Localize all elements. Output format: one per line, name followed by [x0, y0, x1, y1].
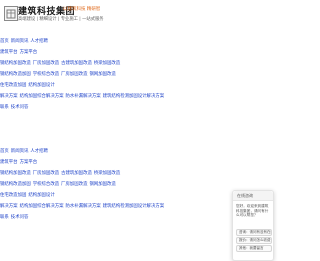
nav-link-home[interactable]: 首页: [0, 39, 9, 44]
link-row: 钢结构改造加固 学校综合改造 厂房加固改造 钢网加固改造: [0, 181, 118, 189]
link-row: 解决方案 结构加固综合解决方案 防水补漏解决方案 建筑结构检测加固设计解决方案: [0, 93, 166, 101]
link-row: 钢结构加固改造 厂房加固改造 古建筑加固改造 桥梁加固改造: [0, 170, 122, 178]
nav-link[interactable]: 防水补漏解决方案: [66, 204, 101, 209]
nav-link-home[interactable]: 首页: [0, 149, 9, 154]
nav-link[interactable]: 钢结构改造加固: [0, 72, 31, 77]
nav-link[interactable]: 厂房加固改造: [33, 171, 59, 176]
chat-option-button[interactable]: 其他：我要留言: [236, 245, 272, 252]
nav-link[interactable]: 住宅改造加固: [0, 83, 26, 88]
link-row: 建筑平台 方案平台: [0, 159, 39, 167]
chat-widget[interactable]: 在线咨询 您好，欢迎来到建筑科技集团，请问有什么可以帮您？ 咨询：请问有没有在线…: [232, 190, 274, 261]
nav-link-news[interactable]: 新闻资讯: [11, 39, 29, 44]
link-row: 首页 新闻资讯 人才招聘: [0, 148, 50, 156]
nav-link[interactable]: 钢网加固改造: [89, 72, 115, 77]
nav-link[interactable]: 古建筑加固改造: [61, 61, 92, 66]
chat-header[interactable]: 在线咨询: [233, 191, 273, 201]
link-row: 住宅改造加固 结构加固设计: [0, 192, 57, 200]
nav-link-platform[interactable]: 建筑平台: [0, 160, 18, 165]
nav-link-contact[interactable]: 联系: [0, 105, 9, 110]
nav-link-plans[interactable]: 方案平台: [20, 50, 38, 55]
nav-link[interactable]: 解决方案: [0, 204, 18, 209]
nav-link[interactable]: 厂房加固改造: [61, 72, 87, 77]
link-row: 联系 技术问答: [0, 214, 30, 222]
nav-link[interactable]: 建筑结构检测加固设计解决方案: [103, 94, 164, 99]
link-row: 住宅改造加固 结构加固设计: [0, 82, 57, 90]
chat-message: 您好，欢迎来到建筑科技集团，请问有什么可以帮您？: [236, 204, 269, 218]
chat-option-button[interactable]: 报价：请问怎么收费: [236, 237, 272, 244]
site-header: 建筑科技集团 以建筑科技 精研智 高端建设 | 精细设计 | 专业施工 | 一站…: [0, 0, 264, 30]
brand-tagline: 以建筑科技 精研智: [63, 7, 101, 12]
nav-link[interactable]: 结构加固综合解决方案: [20, 204, 64, 209]
nav-link[interactable]: 结构加固设计: [28, 83, 54, 88]
nav-link[interactable]: 解决方案: [0, 94, 18, 99]
nav-link-faq[interactable]: 技术问答: [11, 105, 29, 110]
chat-title: 在线咨询: [237, 193, 253, 198]
link-row: 钢结构加固改造 厂房加固改造 古建筑加固改造 桥梁加固改造: [0, 60, 122, 68]
nav-link[interactable]: 古建筑加固改造: [61, 171, 92, 176]
nav-link[interactable]: 钢结构加固改造: [0, 171, 31, 176]
nav-link[interactable]: 钢网加固改造: [89, 182, 115, 187]
link-row: 解决方案 结构加固综合解决方案 防水补漏解决方案 建筑结构检测加固设计解决方案: [0, 203, 166, 211]
nav-link[interactable]: 厂房加固改造: [33, 61, 59, 66]
nav-link-contact[interactable]: 联系: [0, 215, 9, 220]
nav-link-plans[interactable]: 方案平台: [20, 160, 38, 165]
link-row: 钢结构改造加固 学校综合改造 厂房加固改造 钢网加固改造: [0, 71, 118, 79]
link-row: 首页 新闻资讯 人才招聘: [0, 38, 50, 46]
nav-link[interactable]: 学校综合改造: [33, 72, 59, 77]
nav-link[interactable]: 厂房加固改造: [61, 182, 87, 187]
nav-link-jobs[interactable]: 人才招聘: [30, 149, 48, 154]
nav-link[interactable]: 桥梁加固改造: [94, 171, 120, 176]
nav-link[interactable]: 防水补漏解决方案: [66, 94, 101, 99]
link-row: 建筑平台 方案平台: [0, 49, 39, 57]
nav-link[interactable]: 建筑结构检测加固设计解决方案: [103, 204, 164, 209]
nav-link[interactable]: 钢结构加固改造: [0, 61, 31, 66]
nav-link[interactable]: 学校综合改造: [33, 182, 59, 187]
nav-link[interactable]: 住宅改造加固: [0, 193, 26, 198]
nav-link-jobs[interactable]: 人才招聘: [30, 39, 48, 44]
nav-link[interactable]: 结构加固设计: [28, 193, 54, 198]
nav-link-faq[interactable]: 技术问答: [11, 215, 29, 220]
link-row: 联系 技术问答: [0, 104, 30, 112]
chat-option-button[interactable]: 咨询：请问有没有在线: [236, 229, 272, 236]
logo-icon[interactable]: [4, 6, 18, 21]
nav-link-news[interactable]: 新闻资讯: [11, 149, 29, 154]
nav-link[interactable]: 结构加固综合解决方案: [20, 94, 64, 99]
nav-link[interactable]: 桥梁加固改造: [94, 61, 120, 66]
nav-link[interactable]: 钢结构改造加固: [0, 182, 31, 187]
header-slogan: 高端建设 | 精细设计 | 专业施工 | 一站式服务: [18, 17, 104, 22]
nav-link-platform[interactable]: 建筑平台: [0, 50, 18, 55]
